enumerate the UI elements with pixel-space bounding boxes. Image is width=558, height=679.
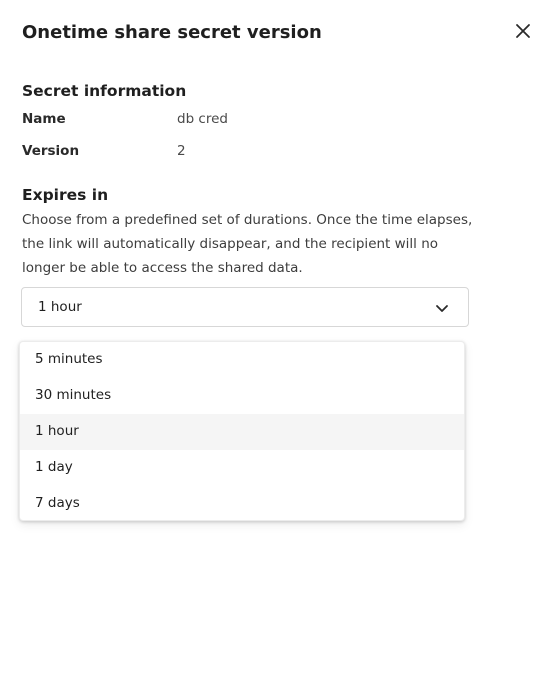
- expires-description: Choose from a predefined set of duration…: [22, 212, 473, 276]
- option-label: 5 minutes: [35, 351, 103, 367]
- option-7-days[interactable]: 7 days: [20, 486, 464, 520]
- expires-dropdown-menu: 5 minutes 30 minutes 1 hour 1 day 7 days: [19, 341, 465, 521]
- option-5-minutes[interactable]: 5 minutes: [20, 342, 464, 378]
- option-label: 7 days: [35, 495, 80, 511]
- option-label: 30 minutes: [35, 387, 112, 403]
- expires-heading: Expires in: [22, 186, 109, 204]
- name-value: db cred: [177, 111, 228, 127]
- option-30-minutes[interactable]: 30 minutes: [20, 378, 464, 414]
- option-1-day[interactable]: 1 day: [20, 450, 464, 486]
- name-label: Name: [22, 111, 66, 127]
- version-label: Version: [22, 143, 80, 159]
- chevron-down-icon: [436, 305, 448, 312]
- share-secret-dialog: Onetime share secret version Secret info…: [0, 0, 558, 679]
- expires-select[interactable]: 1 hour: [21, 287, 469, 327]
- secret-info-heading: Secret information: [22, 82, 187, 100]
- close-button[interactable]: [510, 18, 536, 44]
- close-icon: [516, 24, 530, 38]
- option-1-hour[interactable]: 1 hour: [20, 414, 464, 450]
- option-label: 1 day: [35, 459, 73, 475]
- version-value: 2: [177, 143, 186, 159]
- expires-select-value: 1 hour: [38, 299, 82, 315]
- option-label: 1 hour: [35, 423, 79, 439]
- dialog-title: Onetime share secret version: [22, 22, 322, 43]
